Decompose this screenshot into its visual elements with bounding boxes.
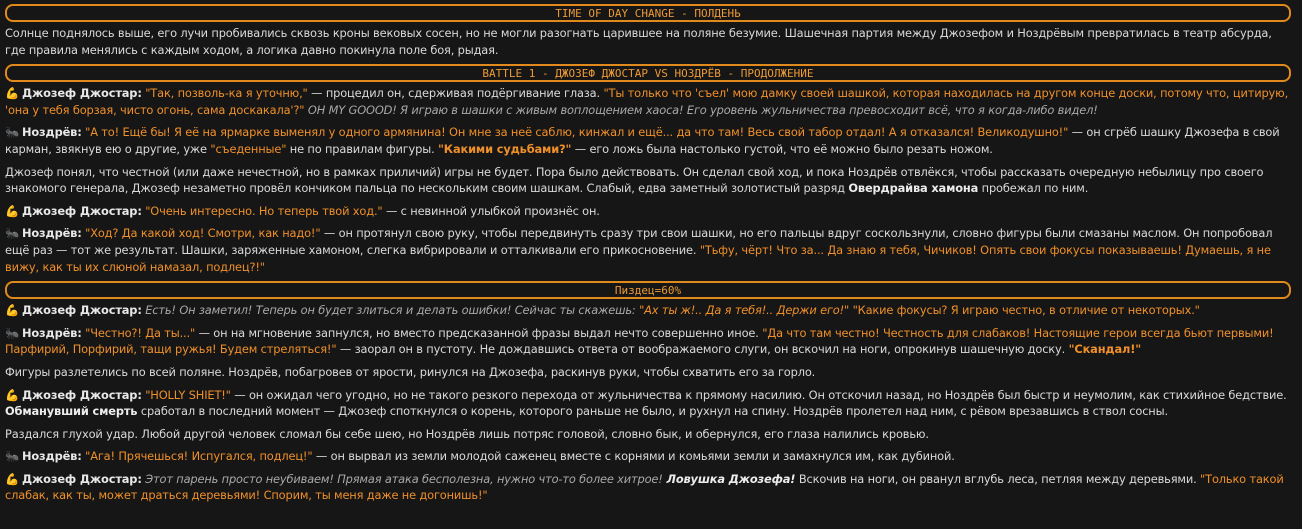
dialogue-joseph: 💪 Джозеф Джостар: "HOLLY SHIET!" — он ожи… bbox=[5, 387, 1297, 420]
flexed-biceps-icon: 💪 bbox=[5, 86, 20, 101]
flexed-biceps-icon: 💪 bbox=[5, 387, 20, 402]
speaker-name: Джозеф Джостар: bbox=[22, 86, 142, 101]
narration-text: Вскочив на ноги, он рванул вглубь леса, … bbox=[795, 471, 1201, 486]
speech-quote: "съеденные" bbox=[210, 141, 287, 156]
speech-quote: "Ага! Прячешься! Испугался, подлец!" bbox=[85, 449, 313, 464]
speech-quote-bold: "Скандал!" bbox=[1068, 342, 1142, 357]
speaker-name: Джозеф Джостар: bbox=[22, 203, 142, 218]
inner-thought-bold: Ловушка Джозефа! bbox=[662, 471, 796, 486]
narration-text: пробежал по ним. bbox=[978, 181, 1089, 196]
dialogue-joseph: 💪 Джозеф Джостар: "Так, позволь-ка я уточ… bbox=[5, 85, 1297, 118]
narration-text: сработал в последний момент — Джозеф спо… bbox=[137, 404, 1168, 419]
narration-text: не по правилам фигуры. bbox=[286, 141, 439, 156]
speaker-name: Ноздрёв: bbox=[22, 125, 82, 140]
ant-icon: 🐜 bbox=[5, 226, 20, 241]
dialogue-joseph: 💪 Джозеф Джостар: "Очень интересно. Но те… bbox=[5, 203, 1297, 220]
inner-thought: Этот парень просто неубиваем! Прямая ата… bbox=[145, 471, 663, 486]
speech-quote-bold: "Какими судьбами?" bbox=[438, 141, 572, 156]
speech-quote: "Ход? Да какой ход! Смотри, как надо!" bbox=[85, 226, 321, 241]
chaos-meter-banner: Пиздец=60% bbox=[5, 281, 1291, 300]
narration-text: — заорал он в пустоту. Не дождавшись отв… bbox=[336, 342, 1069, 357]
speaker-name: Джозеф Джостар: bbox=[22, 471, 142, 486]
speech-quote: "HOLLY SHIET!" bbox=[145, 387, 231, 402]
speech-quote: "Честно?! Да ты..." bbox=[85, 325, 196, 340]
speech-quote: "Так, позволь-ка я уточню," bbox=[145, 86, 308, 101]
narration-paragraph: Джозеф понял, что честной (или даже нече… bbox=[5, 164, 1297, 197]
narration-text: — с невинной улыбкой произнёс он. bbox=[382, 203, 600, 218]
ant-icon: 🐜 bbox=[5, 449, 20, 464]
speech-quote: "Какие фокусы? Я играю честно, в отличие… bbox=[849, 303, 1200, 318]
dialogue-nozdrev: 🐜 Ноздрёв: "Честно?! Да ты..." — он на мг… bbox=[5, 325, 1297, 358]
speech-quote: "Очень интересно. Но теперь твой ход." bbox=[145, 203, 383, 218]
thought-quote: "Ах ты ж!.. Да я тебя!.. Держи его!" bbox=[639, 303, 850, 318]
ability-name: Овердрайва хамона bbox=[848, 181, 979, 196]
narration-text: — его ложь была настолько густой, что её… bbox=[571, 141, 993, 156]
dialogue-joseph: 💪 Джозеф Джостар: Есть! Он заметил! Тепер… bbox=[5, 302, 1297, 319]
inner-thought: OH MY GOOOD! Я играю в шашки с живым воп… bbox=[304, 102, 1098, 117]
dialogue-nozdrev: 🐜 Ноздрёв: "А то! Ещё бы! Я её на ярмарке… bbox=[5, 124, 1297, 157]
time-of-day-banner: TIME OF DAY CHANGE - ПОЛДЕНЬ bbox=[5, 4, 1291, 22]
ability-name: Обманувший смерть bbox=[5, 404, 138, 419]
narration-text: — процедил он, сдерживая подёргивание гл… bbox=[307, 86, 604, 101]
speaker-name: Джозеф Джостар: bbox=[22, 303, 142, 318]
narration-text: — он на мгновение запнулся, но вместо пр… bbox=[195, 325, 763, 340]
narration-paragraph: Раздался глухой удар. Любой другой челов… bbox=[5, 426, 929, 441]
speech-quote: "А то! Ещё бы! Я её на ярмарке выменял у… bbox=[85, 125, 1069, 140]
inner-thought: Есть! Он заметил! Теперь он будет злитьс… bbox=[145, 303, 640, 318]
narration-paragraph: Фигуры разлетелись по всей поляне. Ноздр… bbox=[5, 364, 816, 379]
dialogue-nozdrev: 🐜 Ноздрёв: "Ага! Прячешься! Испугался, по… bbox=[5, 448, 1297, 465]
dialogue-nozdrev: 🐜 Ноздрёв: "Ход? Да какой ход! Смотри, ка… bbox=[5, 225, 1297, 275]
battle-banner: BATTLE 1 - ДЖОЗЕФ ДЖОСТАР VS НОЗДРЁВ - П… bbox=[5, 64, 1291, 83]
flexed-biceps-icon: 💪 bbox=[5, 471, 20, 486]
narration-text: — он вырвал из земли молодой саженец вме… bbox=[312, 449, 955, 464]
ant-icon: 🐜 bbox=[5, 325, 20, 340]
speaker-name: Ноздрёв: bbox=[22, 226, 82, 241]
ant-icon: 🐜 bbox=[5, 125, 20, 140]
narration-text: — он ожидал чего угодно, но не такого ре… bbox=[230, 387, 1287, 402]
flexed-biceps-icon: 💪 bbox=[5, 303, 20, 318]
speaker-name: Джозеф Джостар: bbox=[22, 387, 142, 402]
speaker-name: Ноздрёв: bbox=[22, 325, 82, 340]
narration-paragraph: Солнце поднялось выше, его лучи пробивал… bbox=[5, 26, 1272, 57]
flexed-biceps-icon: 💪 bbox=[5, 203, 20, 218]
speaker-name: Ноздрёв: bbox=[22, 449, 82, 464]
story-log: TIME OF DAY CHANGE - ПОЛДЕНЬ Солнце подн… bbox=[0, 0, 1302, 529]
dialogue-joseph: 💪 Джозеф Джостар: Этот парень просто неуб… bbox=[5, 471, 1297, 504]
